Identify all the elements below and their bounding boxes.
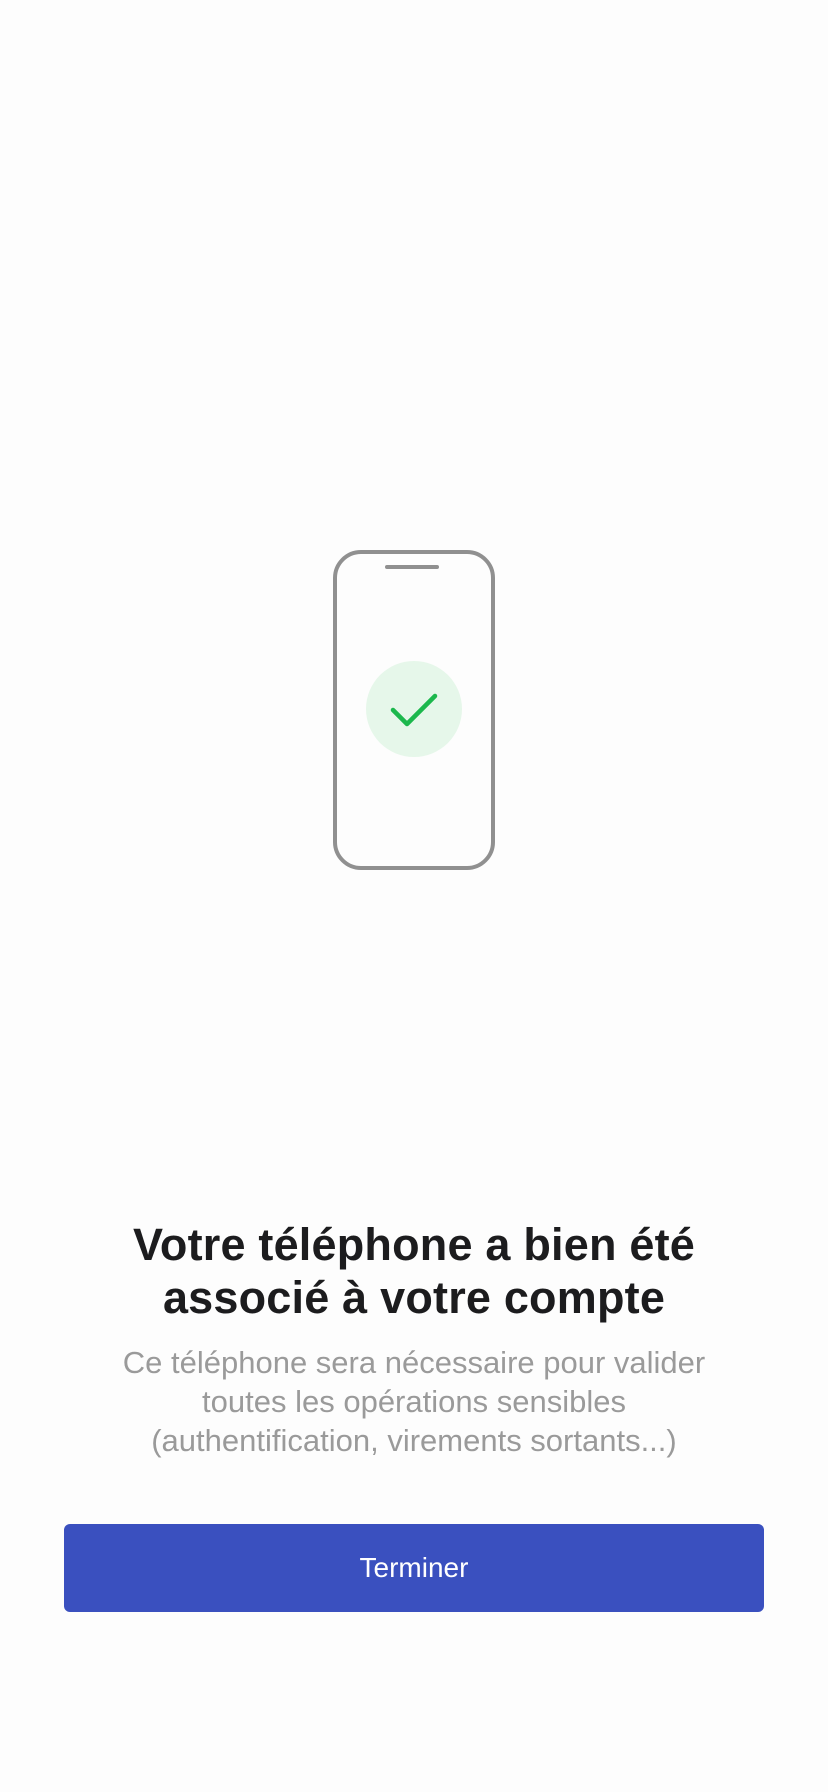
success-description-line1: Ce téléphone sera nécessaire pour valide… (122, 1345, 706, 1380)
finish-button[interactable]: Terminer (64, 1524, 764, 1612)
phone-check-icon (333, 550, 495, 870)
success-title-line1: Votre téléphone a bien été (133, 1219, 695, 1270)
success-title: Votre téléphone a bien été associé à vot… (60, 1218, 768, 1324)
success-description: Ce téléphone sera nécessaire pour valide… (70, 1343, 758, 1460)
success-title-line2: associé à votre compte (162, 1272, 666, 1323)
success-description-line2: toutes les opérations sensibles (202, 1384, 626, 1419)
phone-associated-screen: Votre téléphone a bien été associé à vot… (0, 0, 828, 1792)
success-circle (366, 661, 462, 757)
phone-illustration (333, 550, 495, 870)
success-description-line3: (authentification, virements sortants...… (151, 1423, 677, 1458)
